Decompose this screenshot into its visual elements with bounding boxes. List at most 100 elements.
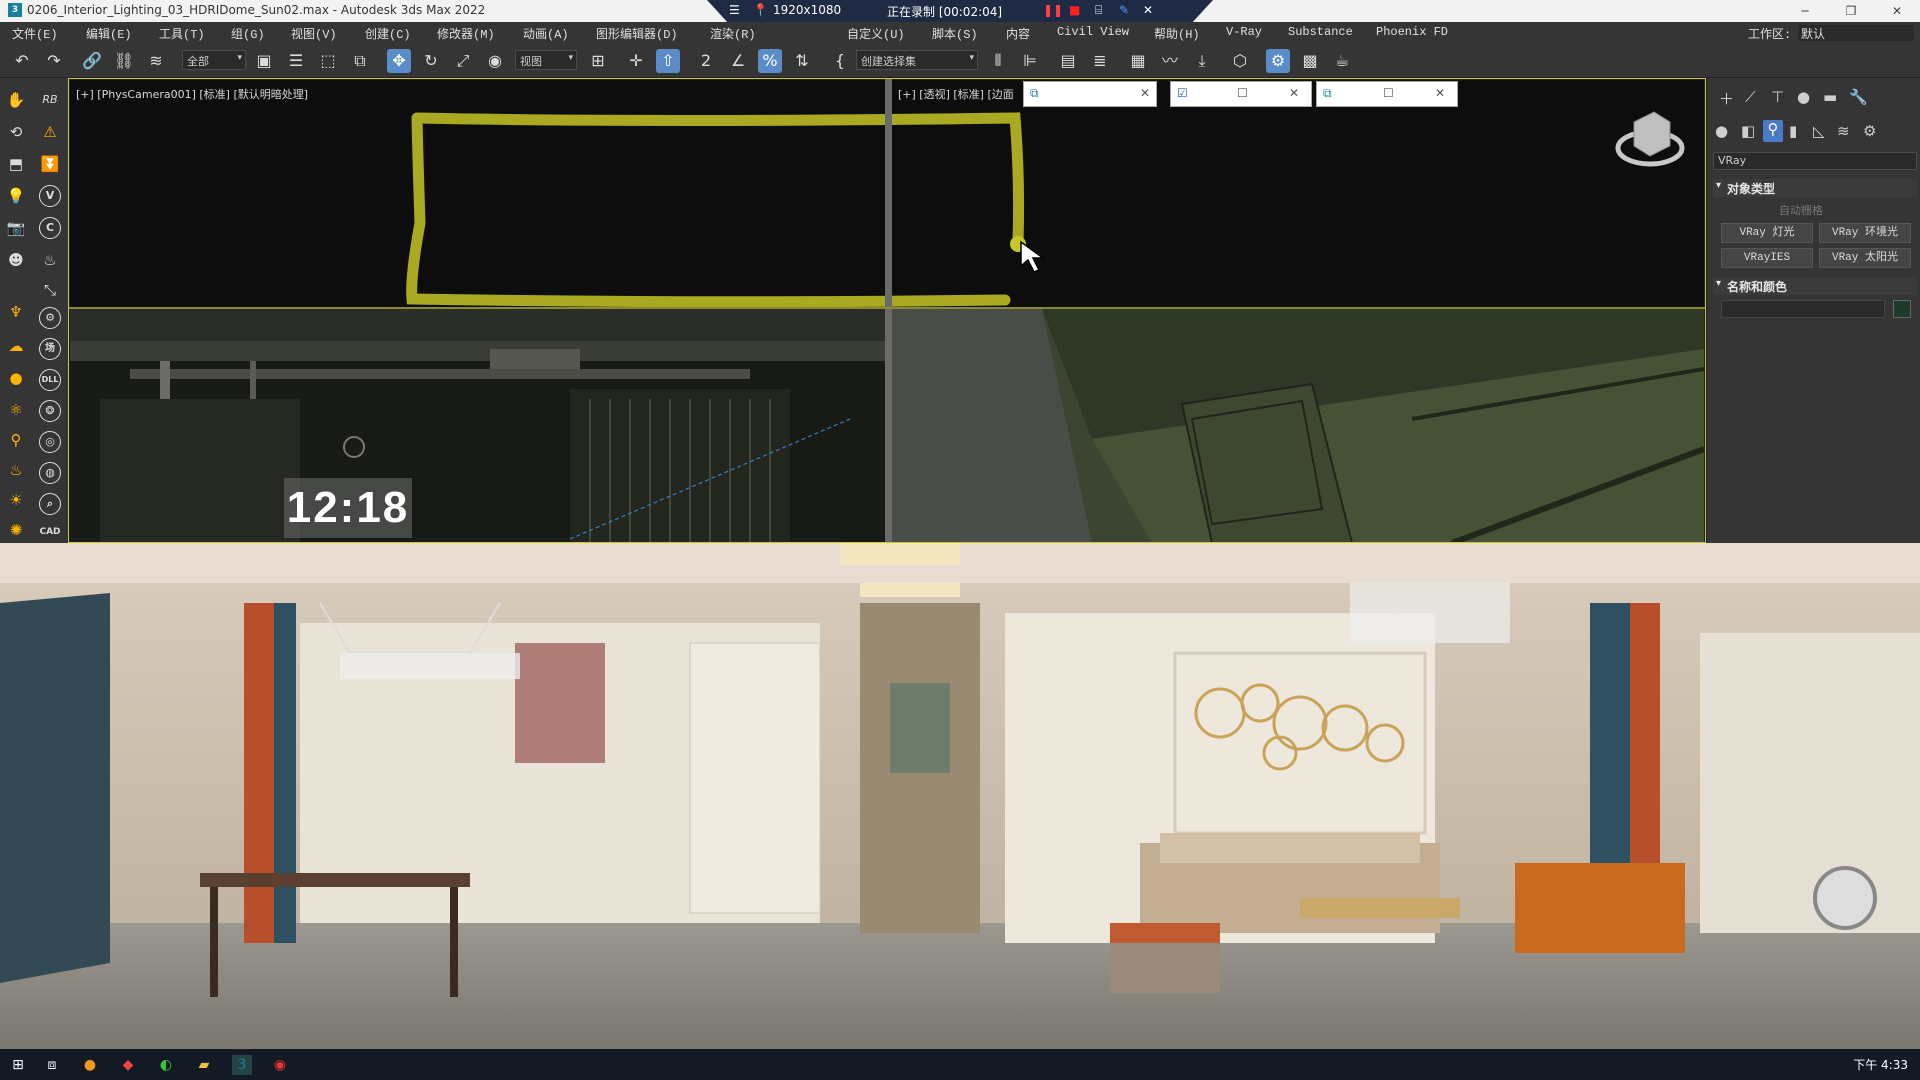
file-explorer-icon[interactable]: ▰ xyxy=(194,1055,214,1075)
mirror-icon[interactable]: ⫴ xyxy=(986,49,1010,73)
reference-coord-select[interactable]: 视图 xyxy=(515,50,577,70)
teapot-icon[interactable]: ♨ xyxy=(4,458,28,482)
field-button[interactable]: 场 xyxy=(39,338,61,360)
window-crossing-icon[interactable]: ⧉ xyxy=(348,49,372,73)
tab3-maximize-icon[interactable]: ☐ xyxy=(1383,86,1394,100)
menu-substance[interactable]: Substance xyxy=(1288,25,1353,39)
sphere-icon[interactable]: ● xyxy=(4,366,28,390)
3dsmax-taskbar-icon[interactable]: 3 xyxy=(232,1055,252,1075)
menu-modifiers[interactable]: 修改器(M) xyxy=(437,25,495,42)
sunburst-icon[interactable]: ✺ xyxy=(4,518,28,542)
menu-icon[interactable]: ☰ xyxy=(729,3,740,17)
align-icon[interactable]: ⊫ xyxy=(1018,49,1042,73)
menu-graph-editors[interactable]: 图形编辑器(D) xyxy=(596,25,678,42)
vray-light-button[interactable]: VRay 灯光 xyxy=(1721,223,1813,243)
menu-vray[interactable]: V-Ray xyxy=(1226,25,1262,39)
percent-snap-icon[interactable]: % xyxy=(758,49,782,73)
minimize-button[interactable]: ─ xyxy=(1782,0,1828,22)
rendered-frame-icon[interactable]: ▩ xyxy=(1298,49,1322,73)
scale-icon[interactable]: ⤢ xyxy=(451,49,475,73)
tab1-close-icon[interactable]: ✕ xyxy=(1140,86,1150,100)
floating-window-tab-3[interactable]: ⧉ ☐ ✕ xyxy=(1316,81,1458,107)
display-tab-icon[interactable]: ▬ xyxy=(1823,88,1837,106)
curve-editor-icon[interactable]: 〰 xyxy=(1158,49,1182,73)
place-icon[interactable]: ◉ xyxy=(483,49,507,73)
create-tab-icon[interactable]: ＋ xyxy=(1719,88,1734,109)
spot-icon[interactable]: ⚲ xyxy=(4,428,28,452)
vray-ambient-button[interactable]: VRay 环境光 xyxy=(1819,223,1911,243)
bind-spacewarp-icon[interactable]: ≋ xyxy=(144,49,168,73)
atom-icon[interactable]: ⚛ xyxy=(4,398,28,422)
menu-tools[interactable]: 工具(T) xyxy=(159,25,205,42)
menu-civil-view[interactable]: Civil View xyxy=(1057,25,1129,39)
render-production-icon[interactable]: ☕ xyxy=(1330,49,1354,73)
close-button[interactable]: ✕ xyxy=(1874,0,1920,22)
utilities-tab-icon[interactable]: 🔧 xyxy=(1849,88,1868,106)
aperture-icon[interactable]: ❂ xyxy=(39,400,61,422)
vray-sun-button[interactable]: VRay 太阳光 xyxy=(1819,248,1911,268)
menu-content[interactable]: 内容 xyxy=(1006,25,1030,42)
viewport-horizontal-splitter[interactable] xyxy=(68,307,1706,309)
undo-icon[interactable]: ↶ xyxy=(10,49,34,73)
stop-icon[interactable]: ■ xyxy=(1069,3,1080,17)
pause-icon[interactable]: ❚❚ xyxy=(1043,3,1063,17)
render-setup-icon[interactable]: ⚙ xyxy=(1266,49,1290,73)
object-name-input[interactable] xyxy=(1721,300,1885,318)
ribbon-icon[interactable]: ▦ xyxy=(1126,49,1150,73)
link-icon[interactable]: 🔗 xyxy=(80,49,104,73)
named-selection-select[interactable]: 创建选择集 xyxy=(856,50,978,70)
sun-icon[interactable]: ☀ xyxy=(4,488,28,512)
menu-scripting[interactable]: 脚本(S) xyxy=(932,25,978,42)
schematic-view-icon[interactable]: ⤓ xyxy=(1190,49,1214,73)
hierarchy-tab-icon[interactable]: ⊤ xyxy=(1771,88,1784,106)
maximize-button[interactable]: ❐ xyxy=(1828,0,1874,22)
menu-create[interactable]: 创建(C) xyxy=(365,25,411,42)
spinner-snap-icon[interactable]: ⇅ xyxy=(790,49,814,73)
app-icon-red[interactable]: ◆ xyxy=(118,1055,138,1075)
select-object-icon[interactable]: ▣ xyxy=(252,49,276,73)
select-manipulate-icon[interactable]: ✛ xyxy=(624,49,648,73)
menu-views[interactable]: 视图(V) xyxy=(291,25,337,42)
menu-animation[interactable]: 动画(A) xyxy=(523,25,569,42)
selection-filter-select[interactable]: 全部 xyxy=(182,50,246,70)
object-color-swatch[interactable] xyxy=(1893,300,1911,318)
menu-rendering[interactable]: 渲染(R) xyxy=(710,25,756,42)
menu-file[interactable]: 文件(E) xyxy=(12,25,58,42)
keyboard-shortcut-icon[interactable]: ⇧ xyxy=(656,49,680,73)
target-icon[interactable]: ◎ xyxy=(39,431,61,453)
browser-icon[interactable]: ● xyxy=(80,1055,100,1075)
layer-explorer-icon[interactable]: ≣ xyxy=(1088,49,1112,73)
pin-icon[interactable]: 📍 xyxy=(753,3,768,17)
tab3-close-icon[interactable]: ✕ xyxy=(1435,86,1445,100)
floating-window-tab-1[interactable]: ⧉ ✕ xyxy=(1023,81,1157,107)
modify-tab-icon[interactable]: ⟋ xyxy=(1745,88,1756,106)
menu-help[interactable]: 帮助(H) xyxy=(1154,25,1200,42)
menu-phoenix-fd[interactable]: Phoenix FD xyxy=(1376,25,1448,39)
systems-icon[interactable]: ⚙ xyxy=(1863,122,1876,140)
checkbox-icon[interactable]: ☑ xyxy=(1177,86,1188,100)
start-icon[interactable]: ⊞ xyxy=(8,1055,28,1075)
workspace-select[interactable]: 默认 xyxy=(1798,25,1914,42)
pen-icon[interactable]: ✎ xyxy=(1119,3,1129,17)
motion-tab-icon[interactable]: ● xyxy=(1797,88,1810,106)
tab2-close-icon[interactable]: ✕ xyxy=(1289,86,1299,100)
recorder-close-icon[interactable]: ✕ xyxy=(1143,3,1153,17)
geometry-icon[interactable]: ● xyxy=(1715,122,1728,140)
helpers-icon[interactable]: ◺ xyxy=(1813,122,1825,140)
floating-window-tab-2[interactable]: ☑ ☐ ✕ xyxy=(1170,81,1312,107)
task-view-icon[interactable]: ⧈ xyxy=(42,1055,62,1075)
viewport-vertical-splitter[interactable] xyxy=(885,78,892,543)
camera-icon[interactable]: ⌸ xyxy=(1095,3,1102,18)
edit-named-sel-icon[interactable]: { xyxy=(828,49,852,73)
lights-icon[interactable]: ⚲ xyxy=(1763,120,1783,142)
angle-snap-icon[interactable]: ∠ xyxy=(726,49,750,73)
wechat-icon[interactable]: ◐ xyxy=(156,1055,176,1075)
cloud-icon[interactable]: ☁ xyxy=(4,334,28,358)
recorder-taskbar-icon[interactable]: ◉ xyxy=(270,1055,290,1075)
move-icon[interactable]: ✥ xyxy=(387,49,411,73)
name-color-header[interactable]: 名称和颜色 xyxy=(1713,277,1917,295)
cameras-icon[interactable]: ▮ xyxy=(1789,122,1797,140)
scene-explorer-icon[interactable]: ▤ xyxy=(1056,49,1080,73)
autogrid-checkbox[interactable]: 自动栅格 xyxy=(1779,202,1823,218)
menu-edit[interactable]: 编辑(E) xyxy=(86,25,132,42)
